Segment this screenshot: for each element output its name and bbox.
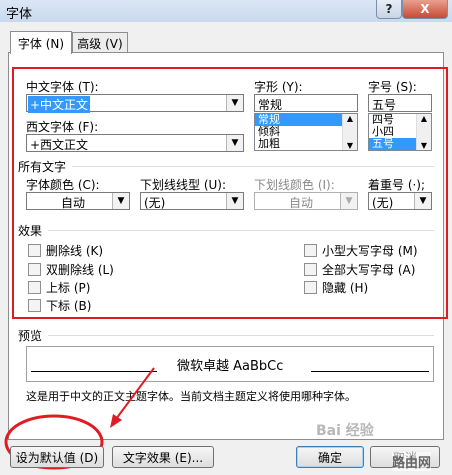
ok-button[interactable]: 确定: [296, 446, 364, 468]
set-default-button[interactable]: 设为默认值 (D): [10, 446, 104, 468]
annotation-arrow-head: [110, 414, 122, 428]
tab-font[interactable]: 字体 (N): [10, 31, 72, 54]
baidu-watermark: Bai 经验: [316, 423, 374, 439]
annotation-arrow-line: [115, 367, 155, 420]
site-watermark: 路由网: [392, 452, 432, 471]
text-effects-button[interactable]: 文字效果 (E)...: [112, 446, 214, 468]
annotation-overlay: [4, 367, 155, 470]
